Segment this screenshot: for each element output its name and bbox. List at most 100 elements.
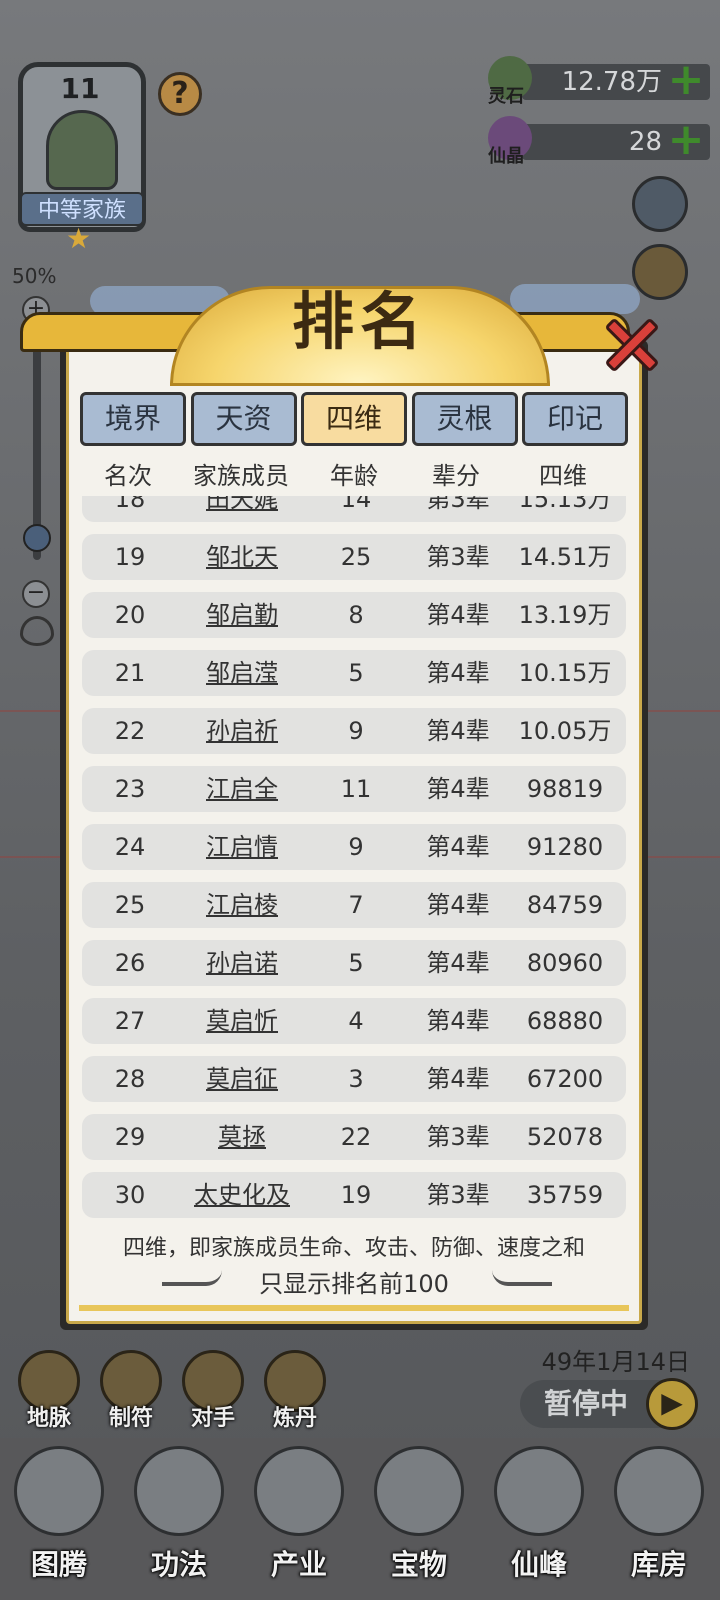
ranking-list[interactable]: 18 田天娓 14 第3辈 15.13万 19 邹北天 25 第3辈 14.51万 20 邹启勤 8 第4… <box>80 496 628 1226</box>
mountain-icon <box>254 1446 344 1536</box>
table-row: 18 田天娓 14 第3辈 15.13万 <box>82 496 626 522</box>
zoom-out-button[interactable]: − <box>22 580 50 608</box>
member-name-link[interactable]: 江启情 <box>178 824 306 870</box>
pause-label: 暂停中 <box>544 1387 629 1420</box>
stat-cell: 80960 <box>526 949 604 977</box>
stat-cell: 68880 <box>526 1007 604 1035</box>
member-name-link[interactable]: 田天娓 <box>178 496 306 522</box>
scroll-icon[interactable] <box>632 244 688 300</box>
member-name-link[interactable]: 莫拯 <box>178 1114 306 1160</box>
zoom-slider-handle[interactable] <box>23 524 51 552</box>
table-row: 24 江启情 9 第4辈 91280 <box>82 824 626 870</box>
pause-toggle[interactable]: 暂停中 ▶ <box>520 1378 698 1430</box>
member-name-link[interactable]: 邹北天 <box>178 534 306 580</box>
immortal-crystal-resource: 仙晶 28 + <box>488 116 712 167</box>
generation-cell: 第3辈 <box>426 543 490 571</box>
age-cell: 8 <box>348 601 364 629</box>
generation-cell: 第4辈 <box>426 601 490 629</box>
play-icon[interactable]: ▶ <box>646 1378 698 1430</box>
tab-four-stats[interactable]: 四维 <box>301 392 407 446</box>
table-row: 26 孙启诺 5 第4辈 80960 <box>82 940 626 986</box>
ranking-tabs: 境界 天资 四维 灵根 印记 <box>80 392 628 446</box>
generation-cell: 第4辈 <box>426 1065 490 1093</box>
zoom-percent: 50% <box>12 264 57 288</box>
button-label: 制符 <box>108 1406 153 1431</box>
opponent-button[interactable]: 对手 <box>178 1350 248 1431</box>
column-generation: 辈分 <box>432 462 480 490</box>
rank-cell: 25 <box>114 891 146 919</box>
talisman-button[interactable]: 制符 <box>96 1350 166 1431</box>
member-name-link[interactable]: 莫启征 <box>178 1056 306 1102</box>
generation-cell: 第3辈 <box>426 1181 490 1209</box>
member-name-link[interactable]: 太史化及 <box>178 1172 306 1218</box>
member-name-link[interactable]: 邹启勤 <box>178 592 306 638</box>
table-row: 22 孙启祈 9 第4辈 10.05万 <box>82 708 626 754</box>
table-row: 30 太史化及 19 第3辈 35759 <box>82 1172 626 1218</box>
generation-cell: 第4辈 <box>426 1007 490 1035</box>
alchemy-button[interactable]: 炼丹 <box>260 1350 330 1431</box>
locate-icon[interactable] <box>20 616 54 646</box>
age-cell: 9 <box>348 833 364 861</box>
member-name-link[interactable]: 江启棱 <box>178 882 306 928</box>
tab-talent[interactable]: 天资 <box>190 392 297 446</box>
table-row: 25 江启棱 7 第4辈 84759 <box>82 882 626 928</box>
button-label: 对手 <box>190 1406 235 1431</box>
member-name-link[interactable]: 江启全 <box>178 766 306 812</box>
help-button[interactable]: ? <box>158 72 202 116</box>
modal-title: 排名 <box>291 285 428 358</box>
stat-cell: 67200 <box>526 1065 604 1093</box>
nav-totem[interactable]: 图腾 <box>0 1440 118 1600</box>
star-icon: ★ <box>66 222 92 255</box>
rank-cell: 26 <box>114 949 146 977</box>
table-row: 19 邹北天 25 第3辈 14.51万 <box>82 534 626 580</box>
age-cell: 5 <box>348 659 364 687</box>
close-button[interactable] <box>596 310 666 376</box>
nav-industry[interactable]: 产业 <box>240 1440 358 1600</box>
table-row: 23 江启全 11 第4辈 98819 <box>82 766 626 812</box>
nav-skills[interactable]: 功法 <box>120 1440 238 1600</box>
add-spirit-stone-button[interactable]: + <box>666 58 706 102</box>
nav-label: 库房 <box>630 1548 687 1581</box>
tab-mark[interactable]: 印记 <box>522 392 628 446</box>
button-label: 地脉 <box>26 1406 71 1431</box>
stat-cell: 10.05万 <box>518 717 612 745</box>
family-badge[interactable]: 11 中等家族 ★ <box>12 62 157 255</box>
stat-explanation: 四维，即家族成员生命、攻击、防御、速度之和 <box>122 1236 585 1261</box>
earth-vein-button[interactable]: 地脉 <box>14 1350 84 1431</box>
nav-warehouse[interactable]: 库房 <box>600 1440 718 1600</box>
rank-cell: 24 <box>114 833 146 861</box>
rank-cell: 30 <box>114 1181 146 1209</box>
spirit-stone-resource: 灵石 12.78万 + <box>488 56 712 107</box>
nav-treasure[interactable]: 宝物 <box>360 1440 478 1600</box>
age-cell: 11 <box>340 775 372 803</box>
resource-label: 灵石 <box>488 86 524 107</box>
stat-cell: 10.15万 <box>518 659 612 687</box>
add-immortal-crystal-button[interactable]: + <box>666 118 706 162</box>
totem-icon <box>14 1446 104 1536</box>
age-cell: 14 <box>340 496 372 513</box>
member-name-link[interactable]: 孙启诺 <box>178 940 306 986</box>
rank-cell: 18 <box>114 496 146 513</box>
member-name-link[interactable]: 邹启滢 <box>178 650 306 696</box>
column-member: 家族成员 <box>193 462 289 490</box>
rank-limit-note: 只显示排名前100 <box>259 1270 449 1298</box>
rank-cell: 20 <box>114 601 146 629</box>
rank-cell: 23 <box>114 775 146 803</box>
nav-peak[interactable]: 仙峰 <box>480 1440 598 1600</box>
stat-cell: 52078 <box>526 1123 604 1151</box>
yin-yang-icon[interactable] <box>632 176 688 232</box>
column-age: 年龄 <box>330 462 378 490</box>
nav-label: 产业 <box>270 1548 327 1581</box>
bag-icon <box>614 1446 704 1536</box>
tab-realm[interactable]: 境界 <box>80 392 186 446</box>
stat-cell: 98819 <box>526 775 604 803</box>
age-cell: 22 <box>340 1123 372 1151</box>
tab-spirit-root[interactable]: 灵根 <box>411 392 518 446</box>
game-date: 49年1月14日 <box>541 1348 690 1376</box>
member-name-link[interactable]: 孙启祈 <box>178 708 306 754</box>
nav-label: 功法 <box>150 1548 207 1581</box>
resource-value: 28 <box>628 127 662 157</box>
button-label: 炼丹 <box>272 1406 317 1431</box>
member-name-link[interactable]: 莫启忻 <box>178 998 306 1044</box>
table-row: 27 莫启忻 4 第4辈 68880 <box>82 998 626 1044</box>
